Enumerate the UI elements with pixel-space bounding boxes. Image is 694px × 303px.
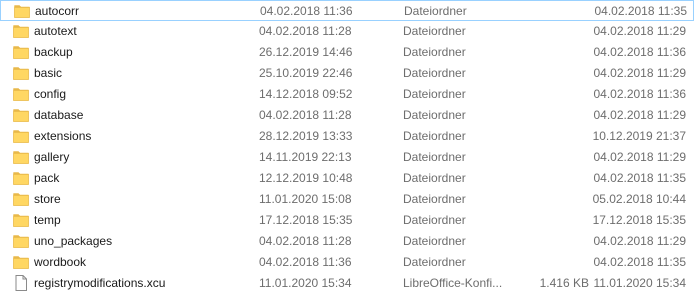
file-name: pack xyxy=(34,171,60,185)
file-row[interactable]: basic 25.10.2019 22:46 Dateiordner 04.02.20… xyxy=(0,63,694,84)
file-modified-date: 04.02.2018 11:28 xyxy=(259,234,352,248)
file-modified-date: 26.12.2019 14:46 xyxy=(259,45,353,59)
file-row[interactable]: pack 12.12.2019 10:48 Dateiordner 04.02.201… xyxy=(0,168,694,189)
file-type: Dateiordner xyxy=(403,108,466,122)
file-row[interactable]: autotext 04.02.2018 11:28 Dateiordner 04.02… xyxy=(0,21,694,42)
file-created-date: 10.12.2019 21:37 xyxy=(592,129,686,143)
folder-icon xyxy=(14,1,30,22)
file-created-date: 04.02.2018 11:29 xyxy=(593,150,686,164)
file-row[interactable]: database 04.02.2018 11:28 Dateiordner 04.02… xyxy=(0,105,694,126)
file-created-date: 04.02.2018 11:29 xyxy=(593,108,686,122)
file-name: config xyxy=(34,87,67,101)
file-row[interactable]: config 14.12.2018 09:52 Dateiordner 04.02.2… xyxy=(0,84,694,105)
file-modified-date: 04.02.2018 11:36 xyxy=(260,4,353,18)
folder-icon xyxy=(13,252,29,273)
file-created-date: 04.02.2018 11:35 xyxy=(593,255,686,269)
file-created-date: 17.12.2018 15:35 xyxy=(592,213,686,227)
file-type: Dateiordner xyxy=(404,4,467,18)
file-type: Dateiordner xyxy=(403,66,466,80)
file-modified-date: 11.01.2020 15:34 xyxy=(259,276,352,290)
file-created-date: 05.02.2018 10:44 xyxy=(592,192,686,206)
folder-icon xyxy=(13,84,29,105)
folder-icon xyxy=(13,42,29,63)
file-created-date: 04.02.2018 11:29 xyxy=(593,66,686,80)
file-row[interactable]: store 11.01.2020 15:08 Dateiordner 05.02.20… xyxy=(0,189,694,210)
file-name: uno_packages xyxy=(34,234,113,248)
file-row[interactable]: temp 17.12.2018 15:35 Dateiordner 17.12.201… xyxy=(0,210,694,231)
file-name: basic xyxy=(34,66,63,80)
folder-icon xyxy=(13,231,29,252)
file-row[interactable]: autocorr 04.02.2018 11:36 Dateiordner 04.02… xyxy=(0,0,694,21)
file-row[interactable]: extensions 28.12.2019 13:33 Dateiordner 10.… xyxy=(0,126,694,147)
file-type: Dateiordner xyxy=(403,171,466,185)
file-row[interactable]: wordbook 04.02.2018 11:36 Dateiordner 04.02… xyxy=(0,252,694,273)
file-created-date: 11.01.2020 15:34 xyxy=(593,276,686,290)
file-list: autocorr 04.02.2018 11:36 Dateiordner 04.02… xyxy=(0,0,694,303)
file-type: Dateiordner xyxy=(403,192,466,206)
file-name: database xyxy=(34,108,84,122)
folder-icon xyxy=(13,210,29,231)
file-modified-date: 28.12.2019 13:33 xyxy=(259,129,353,143)
file-modified-date: 04.02.2018 11:28 xyxy=(259,24,352,38)
folder-icon xyxy=(13,105,29,126)
file-created-date: 04.02.2018 11:29 xyxy=(593,24,686,38)
file-modified-date: 14.11.2019 22:13 xyxy=(259,150,352,164)
file-modified-date: 25.10.2019 22:46 xyxy=(259,66,353,80)
file-created-date: 04.02.2018 11:36 xyxy=(593,45,686,59)
file-created-date: 04.02.2018 11:29 xyxy=(593,234,686,248)
file-row[interactable]: gallery 14.11.2019 22:13 Dateiordner 04.02.… xyxy=(0,147,694,168)
folder-icon xyxy=(13,189,29,210)
file-modified-date: 11.01.2020 15:08 xyxy=(259,192,352,206)
document-icon xyxy=(13,273,29,294)
file-created-date: 04.02.2018 11:35 xyxy=(593,171,686,185)
file-row[interactable]: uno_packages 04.02.2018 11:28 Dateiordner 0… xyxy=(0,231,694,252)
file-type: Dateiordner xyxy=(403,255,466,269)
file-modified-date: 14.12.2018 09:52 xyxy=(259,87,353,101)
folder-icon xyxy=(13,63,29,84)
folder-icon xyxy=(13,21,29,42)
file-name: extensions xyxy=(34,129,92,143)
file-name: autocorr xyxy=(35,4,80,18)
file-name: backup xyxy=(34,45,73,59)
file-modified-date: 04.02.2018 11:28 xyxy=(259,108,352,122)
file-row[interactable]: backup 26.12.2019 14:46 Dateiordner 04.02.2… xyxy=(0,42,694,63)
file-name: temp xyxy=(34,213,61,227)
file-type: Dateiordner xyxy=(403,45,466,59)
file-type: Dateiordner xyxy=(403,213,466,227)
file-modified-date: 17.12.2018 15:35 xyxy=(259,213,353,227)
folder-icon xyxy=(13,147,29,168)
file-created-date: 04.02.2018 11:36 xyxy=(593,87,686,101)
file-name: wordbook xyxy=(34,255,87,269)
file-type: LibreOffice-Konfi... xyxy=(403,276,503,290)
file-type: Dateiordner xyxy=(403,24,466,38)
file-name: autotext xyxy=(34,24,77,38)
folder-icon xyxy=(13,126,29,147)
file-type: Dateiordner xyxy=(403,87,466,101)
file-name: gallery xyxy=(34,150,70,164)
file-name: registrymodifications.xcu xyxy=(34,276,166,290)
file-type: Dateiordner xyxy=(403,129,466,143)
file-modified-date: 04.02.2018 11:36 xyxy=(259,255,352,269)
file-row[interactable]: registrymodifications.xcu 11.01.2020 15:3… xyxy=(0,273,694,294)
file-created-date: 04.02.2018 11:35 xyxy=(594,4,687,18)
file-name: store xyxy=(34,192,61,206)
folder-icon xyxy=(13,168,29,189)
file-type: Dateiordner xyxy=(403,150,466,164)
file-type: Dateiordner xyxy=(403,234,466,248)
file-modified-date: 12.12.2019 10:48 xyxy=(259,171,353,185)
